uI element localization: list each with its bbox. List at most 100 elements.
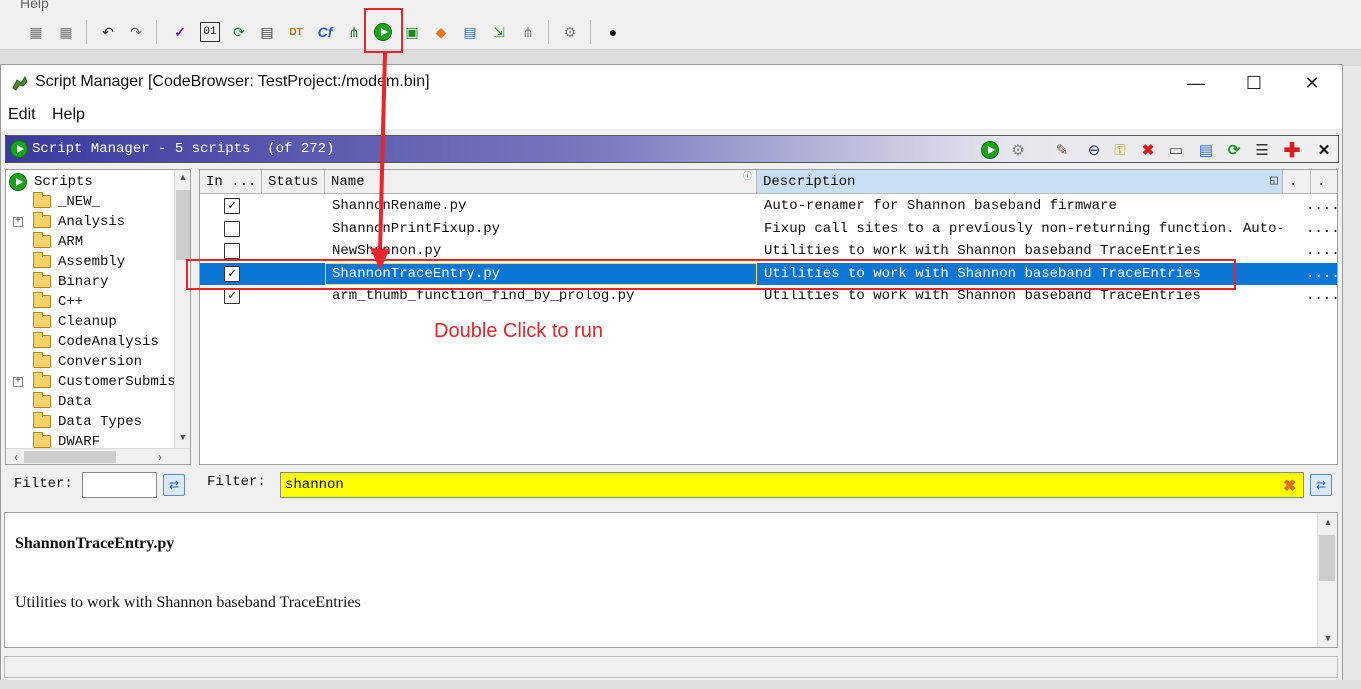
sort-indicator-icon: ⓘ bbox=[742, 172, 752, 182]
delete-script-button[interactable]: ✖ bbox=[1138, 140, 1158, 160]
refresh-icon[interactable]: ⟳ bbox=[229, 22, 249, 42]
tree-item-label: Data bbox=[58, 394, 92, 410]
script-description-cell[interactable]: Auto-renamer for Shannon baseband firmwa… bbox=[764, 198, 1282, 214]
redo-icon[interactable]: ↷ bbox=[126, 22, 146, 42]
toolbar-separator bbox=[548, 20, 549, 44]
column-header-status[interactable]: Status bbox=[262, 170, 325, 194]
column-header-in[interactable]: In ... bbox=[200, 170, 262, 194]
module-icon[interactable]: ▦ bbox=[56, 22, 76, 42]
run-script-icon bbox=[9, 173, 27, 191]
tree-item-label: CodeAnalysis bbox=[58, 334, 159, 350]
rename-script-button[interactable]: ▭ bbox=[1166, 140, 1186, 160]
table-filter-input[interactable]: shannon bbox=[280, 472, 1304, 498]
folder-icon bbox=[33, 212, 51, 228]
scroll-down-icon[interactable]: ▼ bbox=[175, 432, 190, 442]
run-last-script-button[interactable]: ⚙ bbox=[1008, 140, 1028, 160]
close-panel-button[interactable]: ✕ bbox=[1314, 140, 1334, 160]
scroll-left-icon[interactable]: ‹ bbox=[8, 450, 24, 464]
extra-cell: .... bbox=[1306, 220, 1338, 237]
graph-icon[interactable]: ⋔ bbox=[518, 22, 538, 42]
table-icon[interactable]: ▤ bbox=[460, 22, 480, 42]
checkmark-icon[interactable]: ✓ bbox=[170, 22, 190, 42]
tree-icon[interactable]: ⋔ bbox=[344, 22, 364, 42]
enable-checkbox[interactable] bbox=[224, 220, 240, 237]
script-description-cell[interactable]: Utilities to work with Shannon baseband … bbox=[764, 288, 1282, 304]
folder-icon bbox=[33, 392, 51, 408]
table-filter-label: Filter: bbox=[207, 474, 266, 490]
column-header-description-label: Description bbox=[763, 174, 856, 190]
extra-cell: .... bbox=[1306, 288, 1338, 304]
folder-icon bbox=[33, 432, 51, 448]
enable-checkbox[interactable]: ✓ bbox=[224, 288, 240, 304]
tree-scroll-thumb[interactable] bbox=[176, 190, 190, 260]
background-bottom bbox=[0, 680, 1361, 689]
edit-script-button[interactable]: ✎ bbox=[1052, 140, 1072, 160]
menu-help[interactable]: Help bbox=[52, 106, 85, 124]
module-icon[interactable]: ▦ bbox=[26, 22, 46, 42]
function-graph-icon[interactable]: Cf bbox=[315, 22, 335, 42]
scroll-up-icon[interactable]: ▲ bbox=[175, 172, 190, 182]
extra-cell: .... bbox=[1306, 265, 1338, 282]
script-description-cell[interactable]: Utilities to work with Shannon baseband … bbox=[764, 243, 1282, 259]
bytes-icon[interactable]: 01 bbox=[200, 22, 220, 42]
new-script-button[interactable]: ▤ bbox=[1196, 140, 1216, 160]
scroll-up-icon[interactable]: ▲ bbox=[1320, 517, 1336, 527]
toolbar-separator bbox=[156, 20, 157, 44]
folder-icon bbox=[33, 292, 51, 308]
panel-header: Script Manager - 5 scripts (of 272) ⚙ ✎ … bbox=[5, 135, 1339, 163]
tree-item-label: Analysis bbox=[58, 214, 126, 230]
menu-edit[interactable]: Edit bbox=[8, 106, 36, 124]
minimize-button[interactable]: — bbox=[1167, 65, 1225, 101]
enable-checkbox[interactable]: ✓ bbox=[224, 198, 240, 214]
expand-icon[interactable]: + bbox=[13, 217, 23, 227]
bomb-icon[interactable]: ● bbox=[603, 22, 623, 42]
tree-item-label: Conversion bbox=[58, 354, 143, 370]
list-icon[interactable]: ☰ bbox=[1252, 140, 1272, 160]
tree-root-label: Scripts bbox=[34, 174, 93, 190]
filter-options-icon[interactable]: ⇄ bbox=[163, 474, 185, 496]
eclipse-icon[interactable]: ⊖ bbox=[1084, 140, 1104, 160]
column-header-description[interactable]: Description ◱ bbox=[757, 170, 1283, 194]
toolbar-run-highlight bbox=[364, 8, 403, 53]
expand-icon[interactable]: + bbox=[13, 377, 23, 387]
folder-icon bbox=[33, 372, 51, 388]
undo-icon[interactable]: ↶ bbox=[98, 22, 118, 42]
listing-icon[interactable]: ▤ bbox=[257, 22, 277, 42]
menu-bar: Edit Help bbox=[1, 101, 1342, 129]
datatype-icon[interactable]: DT bbox=[286, 22, 306, 42]
filter-options-icon[interactable]: ⇄ bbox=[1310, 474, 1332, 496]
diamond-icon[interactable]: ◆ bbox=[431, 22, 451, 42]
script-description-cell[interactable]: Fixup call sites to a previously non-ret… bbox=[764, 221, 1282, 237]
tree-item-label: Assembly bbox=[58, 254, 126, 270]
tree-filter-label: Filter: bbox=[14, 476, 73, 492]
script-category-tree: Scripts _NEW_ + Analysis ARM Assembly Binary C… bbox=[5, 169, 191, 465]
tree-hscroll-thumb[interactable] bbox=[24, 451, 116, 463]
add-icon[interactable]: ✚ bbox=[1282, 140, 1302, 162]
close-window-button[interactable]: ✕ bbox=[1283, 65, 1341, 101]
key-icon[interactable]: ⚿ bbox=[1110, 140, 1130, 160]
clear-filter-icon[interactable]: ✖ bbox=[1283, 476, 1296, 496]
column-header-extra[interactable]: . bbox=[1311, 170, 1337, 194]
maximize-button[interactable]: ☐ bbox=[1225, 65, 1283, 101]
plugin-icon[interactable]: ⚙ bbox=[560, 22, 580, 42]
toolbar-separator bbox=[590, 20, 591, 44]
script-name-cell[interactable]: arm_thumb_function_find_by_prolog.py bbox=[332, 288, 752, 304]
extra-cell: .... bbox=[1306, 243, 1338, 259]
bg-menu-help[interactable]: Help bbox=[20, 0, 49, 11]
folder-icon bbox=[33, 352, 51, 368]
scroll-right-icon[interactable]: › bbox=[152, 450, 168, 464]
column-header-extra[interactable]: . bbox=[1283, 170, 1311, 194]
refresh-button[interactable]: ⟳ bbox=[1224, 140, 1244, 160]
tree-item-label: Data Types bbox=[58, 414, 143, 430]
annotation-arrow bbox=[370, 51, 390, 270]
tree-filter-input[interactable] bbox=[82, 472, 157, 498]
column-chooser-icon[interactable]: ◱ bbox=[1270, 173, 1278, 188]
run-script-button[interactable] bbox=[980, 140, 1000, 160]
enable-checkbox[interactable] bbox=[224, 243, 240, 259]
tree-item-label: _NEW_ bbox=[58, 194, 101, 210]
description-scroll-thumb[interactable] bbox=[1319, 535, 1335, 581]
memory-icon[interactable]: ▣ bbox=[402, 22, 422, 42]
scroll-down-icon[interactable]: ▼ bbox=[1320, 633, 1336, 643]
export-icon[interactable]: ⇲ bbox=[489, 22, 509, 42]
background-menubar: Help bbox=[0, 0, 1361, 14]
